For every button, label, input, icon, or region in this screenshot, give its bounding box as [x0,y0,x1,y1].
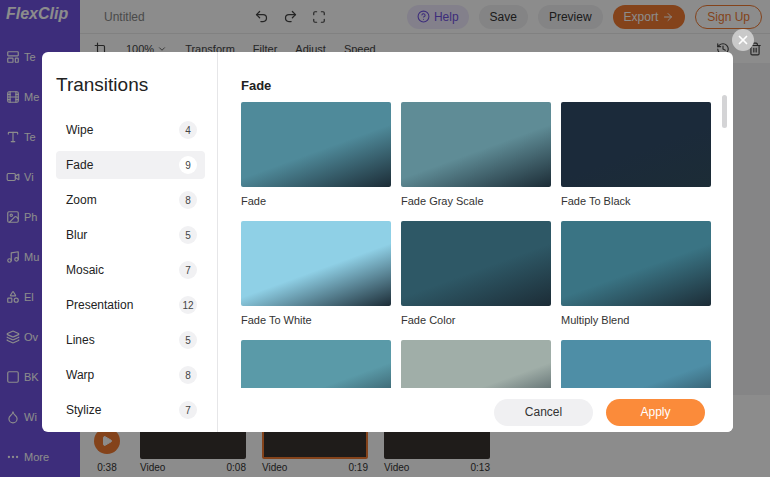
modal-backdrop[interactable]: TransitionsWipe4Fade9Zoom8Blur5Mosaic7Pr… [0,0,770,477]
count-badge: 12 [179,296,197,314]
category-item[interactable]: Stylize7 [56,396,205,424]
category-item[interactable]: Mosaic7 [56,256,205,284]
dialog-title: Transitions [56,74,205,96]
count-badge: 9 [179,156,197,174]
transition-card[interactable] [241,340,391,388]
cancel-button[interactable]: Cancel [494,399,593,426]
category-item[interactable]: Zoom8 [56,186,205,214]
category-list: Wipe4 Fade9 Zoom8 Blur5 Mosaic7 Presentation1… [56,116,205,424]
category-panel: Transitions Wipe4 Fade9 Zoom8 Blur5 Mosaic7 Pr… [42,52,218,432]
category-item[interactable]: Blur5 [56,221,205,249]
close-button[interactable] [732,29,754,51]
count-badge: 5 [179,331,197,349]
transition-label: Fade [241,194,391,208]
transition-grid: Fade Fade Gray Scale Fade To Black Fade To … [241,102,733,388]
transition-preview[interactable] [561,340,711,388]
transition-preview[interactable] [401,340,551,388]
transition-card[interactable]: Fade Color [401,221,551,327]
transition-preview[interactable] [241,221,391,306]
transition-card[interactable] [401,340,551,388]
transition-preview[interactable] [241,340,391,388]
transition-card[interactable]: Fade To Black [561,102,711,208]
category-item[interactable]: Wipe4 [56,116,205,144]
count-badge: 7 [179,261,197,279]
editor-page: FlexClipTeMeTeViPhMuElOvBKWiMoreUntitled… [0,0,770,477]
count-badge: 8 [179,191,197,209]
section-title: Fade [241,78,733,94]
apply-button[interactable]: Apply [606,399,705,426]
scrollbar[interactable] [722,95,727,128]
category-item[interactable]: Warp8 [56,361,205,389]
transition-label: Fade Gray Scale [401,194,551,208]
count-badge: 4 [179,121,197,139]
transitions-dialog: TransitionsWipe4Fade9Zoom8Blur5Mosaic7Pr… [42,52,733,432]
transition-card[interactable]: Multiply Blend [561,221,711,327]
transition-preview[interactable] [561,221,711,306]
category-item[interactable]: Fade9 [56,151,205,179]
transition-label: Multiply Blend [561,313,711,327]
transition-preview[interactable] [561,102,711,187]
count-badge: 5 [179,226,197,244]
transition-label: Fade Color [401,313,551,327]
category-item[interactable]: Presentation12 [56,291,205,319]
transition-preview[interactable] [401,102,551,187]
transition-preview[interactable] [401,221,551,306]
transition-label: Fade To White [241,313,391,327]
transition-card[interactable]: Fade Gray Scale [401,102,551,208]
transition-card[interactable]: Fade To White [241,221,391,327]
transition-card[interactable] [561,340,711,388]
count-badge: 7 [179,401,197,419]
close-icon [736,33,750,47]
category-item[interactable]: Lines5 [56,326,205,354]
transition-preview[interactable] [241,102,391,187]
transition-grid-area: Fade Fade Gray Scale Fade To Black Fade To … [241,102,733,388]
transition-panel: FadeFadeFade Gray ScaleFade To BlackFade… [218,52,733,432]
transition-label: Fade To Black [561,194,711,208]
count-badge: 8 [179,366,197,384]
dialog-footer: Cancel Apply [241,388,733,432]
transition-card[interactable]: Fade [241,102,391,208]
